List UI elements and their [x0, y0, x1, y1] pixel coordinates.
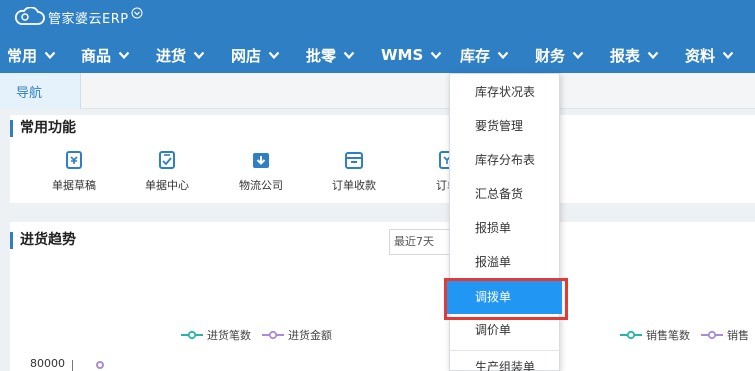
legend-purchase-amount[interactable]: 进货金额: [288, 327, 332, 343]
panel-title: 进货趋势: [10, 232, 76, 249]
sales-legend: 销售笔数 销售: [620, 327, 749, 343]
menu-item-requisition[interactable]: 要货管理: [450, 109, 559, 143]
func-order-payment[interactable]: 订单收款: [314, 150, 394, 193]
y-axis-tick: 80000: [30, 357, 65, 370]
purchase-trend-panel: 进货趋势 最近7天˅ 进货笔数 进货金额 销售笔数 销售 80000: [10, 222, 755, 371]
legend-amount-marker-icon: [701, 330, 723, 340]
brand-logo[interactable]: 管家婆云ERP: [12, 6, 143, 28]
nav-item-label: 财务: [535, 46, 566, 65]
func-label: 订单收款: [332, 179, 376, 192]
func-draft-documents[interactable]: 单据草稿: [34, 150, 114, 193]
nav-item-label: WMS: [381, 46, 424, 64]
nav-item-label: 网店: [231, 46, 262, 65]
panel-title: 常用功能: [10, 120, 76, 137]
nav-item-data[interactable]: 资料: [685, 38, 734, 72]
nav-item-finance[interactable]: 财务: [535, 38, 584, 72]
nav-item-label: 商品: [81, 46, 112, 65]
chevron-down-icon: [647, 51, 659, 59]
func-document-center[interactable]: 单据中心: [127, 150, 207, 193]
nav-item-wms[interactable]: WMS: [381, 38, 442, 72]
brand-name: 管家婆云ERP: [48, 11, 129, 27]
y-axis-line: [72, 360, 73, 371]
chevron-down-icon: [572, 51, 584, 59]
func-label: 物流公司: [239, 179, 283, 192]
nav-item-label: 批零: [306, 46, 337, 65]
draft-icon: [66, 151, 82, 169]
nav-item-label: 报表: [610, 46, 641, 65]
nav-item-label: 常用: [7, 46, 38, 65]
order-payment-icon: [345, 152, 363, 169]
chevron-down-circle-icon[interactable]: [131, 7, 143, 19]
chevron-down-icon: [268, 51, 280, 59]
menu-item-stock-status[interactable]: 库存状况表: [450, 75, 559, 109]
cloud-logo-icon: [14, 7, 45, 25]
nav-item-online-store[interactable]: 网店: [231, 38, 280, 72]
nav-item-reports[interactable]: 报表: [610, 38, 659, 72]
nav-item-inventory[interactable]: 库存: [460, 38, 509, 72]
func-label: 单据草稿: [52, 179, 96, 192]
nav-item-label: 资料: [685, 46, 716, 65]
menu-item-loss-report[interactable]: 报损单: [450, 211, 559, 245]
chevron-down-icon: [193, 51, 205, 59]
legend-sales-amount[interactable]: 销售: [727, 327, 749, 343]
chevron-down-icon: [343, 51, 355, 59]
inventory-dropdown-menu: 库存状况表 要货管理 库存分布表 汇总备货 报损单 报溢单 调拨单 调价单 生产…: [447, 73, 562, 371]
logistics-icon: [253, 153, 269, 168]
func-logistics-company[interactable]: 物流公司: [221, 150, 301, 193]
menu-item-overflow-report[interactable]: 报溢单: [450, 245, 559, 279]
nav-item-purchase[interactable]: 进货: [156, 38, 205, 72]
menu-item-stock-distribution[interactable]: 库存分布表: [450, 143, 559, 177]
common-functions-panel: 常用功能 单据草稿 单据中心 物流公司 订单收款 订单: [10, 115, 755, 203]
legend-count-marker-icon: [181, 330, 203, 340]
menu-item-summary-stocking[interactable]: 汇总备货: [450, 177, 559, 211]
legend-amount-marker-icon: [262, 330, 284, 340]
chevron-down-icon: [497, 51, 509, 59]
chevron-down-icon: [44, 51, 56, 59]
tab-navigation[interactable]: 导航: [0, 73, 81, 109]
nav-item-label: 库存: [460, 46, 491, 65]
menu-item-production-assembly[interactable]: 生产组装单: [450, 350, 559, 371]
chart-point: [96, 361, 104, 369]
chevron-down-icon: [430, 51, 442, 59]
chevron-down-icon: [722, 51, 734, 59]
func-label: 单据中心: [145, 179, 189, 192]
nav-item-label: 进货: [156, 46, 187, 65]
chevron-down-icon: [118, 51, 130, 59]
legend-purchase-count[interactable]: 进货笔数: [207, 327, 251, 343]
document-center-icon: [159, 151, 175, 169]
legend-count-marker-icon: [620, 330, 642, 340]
menu-item-price-adjust[interactable]: 调价单: [450, 313, 559, 347]
purchase-legend: 进货笔数 进货金额: [181, 327, 332, 343]
nav-item-goods[interactable]: 商品: [81, 38, 130, 72]
menu-item-transfer[interactable]: 调拨单: [447, 280, 562, 314]
legend-sales-count[interactable]: 销售笔数: [646, 327, 690, 343]
nav-item-common[interactable]: 常用: [7, 38, 56, 72]
tab-bar: 导航: [0, 73, 755, 109]
nav-item-wholesale-retail[interactable]: 批零: [306, 38, 355, 72]
